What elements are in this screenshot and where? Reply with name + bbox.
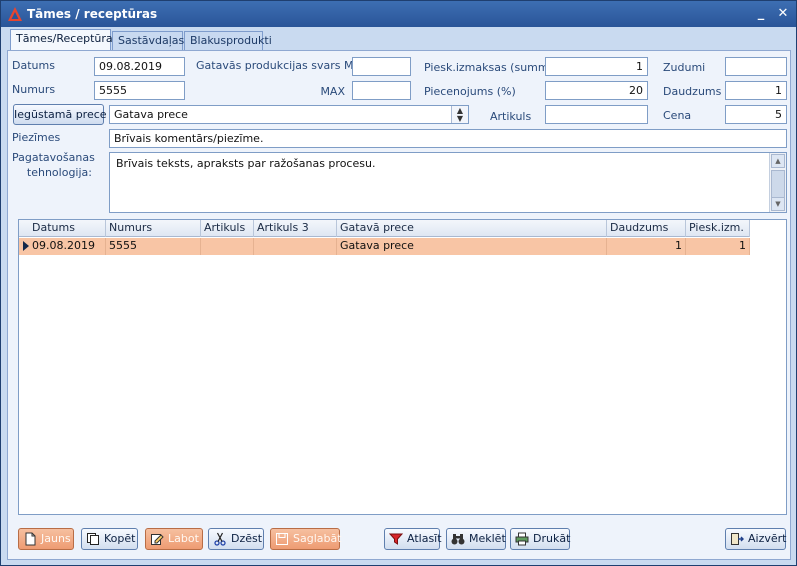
cell-date: 09.08.2019 [29,238,106,255]
search-button-label: Meklēt [469,532,506,545]
cell-number: 5555 [106,238,201,255]
technology-label-line1: Pagatavošanas [12,151,95,164]
recipes-grid[interactable]: Datums Numurs Artikuls Artikuls 3 Gatavā… [18,219,787,515]
surcharge-label: Piesk.izmaksas (summa) [424,61,560,74]
exit-door-icon [731,533,744,545]
cell-product: Gatava prece [337,238,607,255]
printer-icon [515,532,529,546]
new-button-label: Jauns [41,532,71,545]
notes-field[interactable]: Brīvais komentārs/piezīme. [109,129,787,148]
date-field[interactable]: 09.08.2019 [94,57,185,76]
tab-recipes[interactable]: Tāmes/Receptūras [10,29,118,51]
save-button-label: Saglabāt [293,532,342,545]
surcharge-field[interactable]: 1 [545,57,648,76]
binoculars-icon [451,534,465,545]
close-button-label: Aizvērt [748,532,787,545]
technology-textarea[interactable]: Brīvais teksts, apraksts par ražošanas p… [109,152,787,213]
edit-button[interactable]: Labot [145,528,203,550]
weight-min-label: Gatavās produkcijas svars MIN [196,59,365,72]
cell-quantity: 1 [607,238,686,255]
recipes-window: Tāmes / receptūras _ ✕ Tāmes/Receptūras … [0,0,797,566]
copy-button-label: Kopēt [104,532,136,545]
print-button[interactable]: Drukāt [510,528,570,550]
filter-icon [389,533,403,545]
filter-button[interactable]: Atlasīt [384,528,442,550]
product-select-button[interactable]: Iegūstamā prece [13,104,107,125]
cell-article-3 [254,238,337,255]
close-button[interactable]: Aizvērt [725,528,786,550]
technology-scrollbar[interactable]: ▲ ▼ [769,153,786,212]
col-surcharge[interactable]: Piesk.izm. [686,220,750,237]
save-icon [276,533,288,545]
price-label: Cena [663,109,692,122]
number-field[interactable]: 5555 [94,81,185,100]
col-quantity[interactable]: Daudzums [607,220,686,237]
scroll-down-icon[interactable]: ▼ [771,197,785,211]
cell-surcharge: 1 [686,238,750,255]
table-row[interactable]: 09.08.2019 5555 Gatava prece 1 1 [19,238,750,255]
edit-button-label: Labot [168,532,199,545]
cell-article [201,238,254,255]
search-button[interactable]: Meklēt [446,528,506,550]
weight-max-label: MAX [320,85,345,98]
app-logo-icon [8,7,22,21]
title-bar[interactable]: Tāmes / receptūras _ ✕ [1,1,796,27]
quantity-field[interactable]: 1 [725,81,787,100]
weight-min-field[interactable] [352,57,411,76]
number-label: Numurs [12,83,56,96]
col-article[interactable]: Artikuls [201,220,254,237]
losses-label: Zudumi [663,61,706,74]
recipe-form-panel: Datums 09.08.2019 Gatavās produkcijas sv… [7,50,791,560]
col-product[interactable]: Gatavā prece [337,220,607,237]
delete-button[interactable]: Dzēst [208,528,264,550]
losses-field[interactable] [725,57,787,76]
article-field[interactable] [545,105,648,124]
product-combo[interactable]: Gatava prece ▲ ▼ [109,105,469,124]
date-label: Datums [12,59,55,72]
close-window-button[interactable]: ✕ [774,5,792,23]
col-article-3[interactable]: Artikuls 3 [254,220,337,237]
copy-icon [87,533,99,545]
technology-label-line2: tehnologija: [26,166,92,179]
grid-header: Datums Numurs Artikuls Artikuls 3 Gatavā… [19,220,750,237]
filter-button-label: Atlasīt [407,532,442,545]
product-combo-value: Gatava prece [114,108,188,121]
quantity-label: Daudzums [663,85,722,98]
markup-label: Piecenojums (%) [424,85,516,98]
weight-max-field[interactable] [352,81,411,100]
save-button[interactable]: Saglabāt [270,528,342,550]
window-title: Tāmes / receptūras [27,7,158,21]
markup-field[interactable]: 20 [545,81,648,100]
article-label: Artikuls [490,110,532,123]
copy-button[interactable]: Kopēt [81,528,138,550]
col-date[interactable]: Datums [29,220,106,237]
edit-icon [151,534,164,545]
scissors-icon [214,532,226,546]
new-document-icon [25,532,36,546]
delete-button-label: Dzēst [231,532,263,545]
technology-text: Brīvais teksts, apraksts par ražošanas p… [116,157,376,170]
new-button[interactable]: Jauns [18,528,74,550]
tab-byproducts[interactable]: Blakusprodukti [184,31,272,50]
price-field[interactable]: 5 [725,105,787,124]
tab-ingredients[interactable]: Sastāvdaļas [112,31,184,50]
notes-label: Piezīmes [12,131,61,144]
scroll-thumb[interactable] [771,170,785,200]
print-button-label: Drukāt [533,532,571,545]
col-number[interactable]: Numurs [106,220,201,237]
minimize-button[interactable]: _ [752,5,770,23]
scroll-up-icon[interactable]: ▲ [771,154,785,168]
combo-arrows-icon[interactable]: ▲ ▼ [451,106,468,123]
